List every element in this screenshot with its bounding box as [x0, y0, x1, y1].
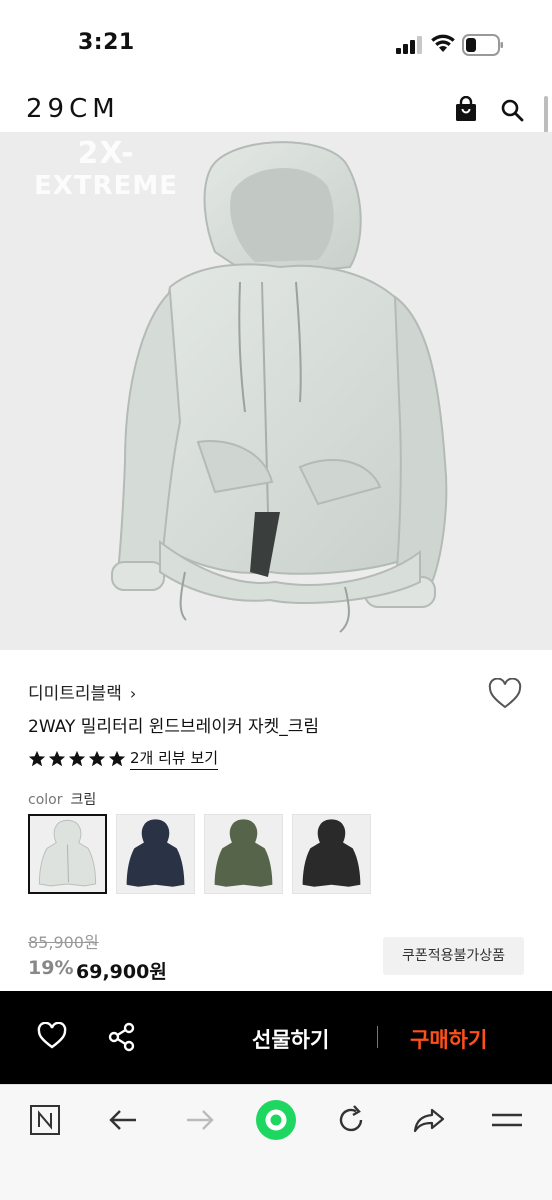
swatch-black[interactable]: [292, 814, 371, 894]
swatch-cream-image: [38, 819, 97, 887]
coupon-badge: 쿠폰적용불가상품: [383, 937, 524, 975]
battery-icon: [462, 34, 503, 56]
jacket-illustration: [111, 141, 448, 633]
shopping-bag-icon[interactable]: [454, 96, 478, 122]
swatch-cream[interactable]: [28, 814, 107, 894]
back-arrow-icon[interactable]: [106, 1103, 140, 1137]
status-bar: 3:21: [0, 0, 552, 90]
watermark-line2: EXTREME: [34, 171, 178, 201]
browser-toolbar: [0, 1084, 552, 1200]
divider: [377, 1026, 378, 1048]
product-image[interactable]: 2X- EXTREME: [0, 132, 552, 650]
menu-icon[interactable]: [490, 1103, 524, 1137]
share-arrow-icon[interactable]: [412, 1103, 446, 1137]
brand-name: 디미트리블랙: [28, 684, 122, 704]
heart-icon[interactable]: [488, 678, 522, 710]
watermark-text: 2X- EXTREME: [34, 138, 178, 202]
color-swatches: [28, 814, 371, 894]
star-icon: [108, 750, 126, 767]
color-option-label: color 크림: [28, 789, 96, 809]
chevron-right-icon: ›: [129, 684, 137, 703]
brand-link[interactable]: 디미트리블랙 ›: [28, 679, 136, 704]
forward-arrow-icon[interactable]: [183, 1103, 217, 1137]
star-icon: [48, 750, 66, 767]
star-icon: [68, 750, 86, 767]
purchase-action-bar: 선물하기 구매하기: [0, 991, 552, 1084]
swatch-khaki[interactable]: [204, 814, 283, 894]
swatch-black-image: [302, 819, 361, 887]
buy-button[interactable]: 구매하기: [410, 1024, 487, 1054]
refresh-icon[interactable]: [334, 1103, 368, 1137]
star-icon: [88, 750, 106, 767]
swatch-navy[interactable]: [116, 814, 195, 894]
naver-n-icon[interactable]: [28, 1103, 62, 1137]
status-time: 3:21: [78, 30, 135, 55]
app-header: 29CM: [0, 90, 552, 132]
swatch-khaki-image: [214, 819, 273, 887]
original-price: 85,900원: [28, 933, 99, 952]
brand-logo[interactable]: 29CM: [26, 94, 120, 124]
swatch-navy-image: [126, 819, 185, 887]
rating-stars: [28, 750, 126, 770]
review-link[interactable]: 2개 리뷰 보기: [130, 749, 219, 770]
product-title: 2WAY 밀리터리 윈드브레이커 자켓_크림: [28, 717, 320, 737]
watermark-line1: 2X-: [77, 136, 135, 171]
sale-price: 69,900원: [76, 961, 167, 983]
signal-icon: [396, 36, 422, 54]
color-selected-value: 크림: [70, 792, 97, 808]
wifi-icon: [431, 34, 455, 52]
color-label-text: color: [28, 792, 63, 808]
share-icon[interactable]: [108, 1022, 136, 1052]
star-icon: [28, 750, 46, 767]
search-icon[interactable]: [500, 98, 524, 122]
home-dot-icon[interactable]: [255, 1099, 297, 1141]
gift-button[interactable]: 선물하기: [252, 1024, 329, 1054]
heart-icon[interactable]: [37, 1022, 67, 1050]
discount-rate: 19%: [28, 957, 74, 979]
